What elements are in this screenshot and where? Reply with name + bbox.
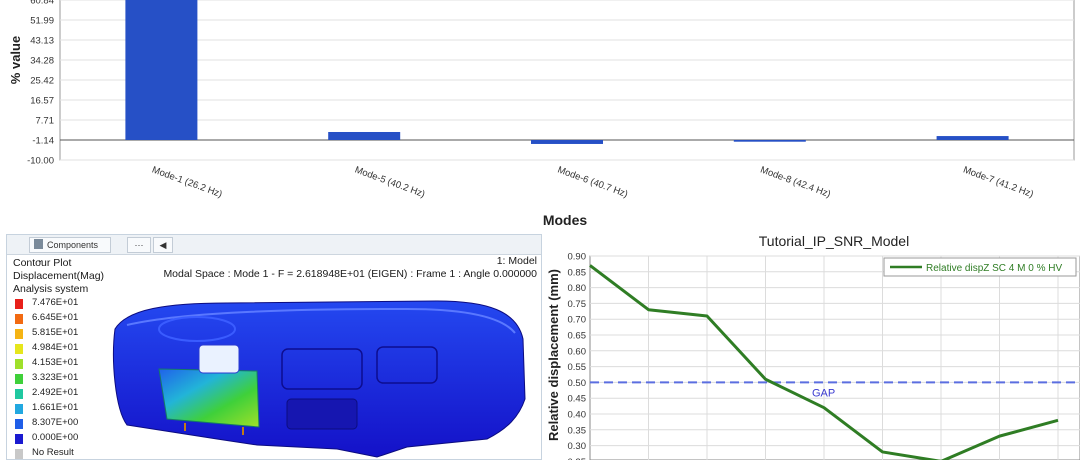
bar (125, 0, 198, 140)
contour-legend-swatch (15, 419, 23, 429)
components-label: Components (47, 240, 99, 250)
bar-x-tick-label: Mode-8 (42.4 Hz) (759, 164, 832, 200)
line-y-tick-label: 0.55 (568, 362, 587, 373)
contour-legend-swatch (15, 314, 23, 324)
line-y-tick-label: 0.75 (568, 299, 587, 310)
contour-legend-label: 5.815E+01 (32, 327, 79, 338)
modal-space-subtitle: Modal Space : Mode 1 - F = 2.618948E+01 … (163, 268, 537, 280)
bar-x-tick-label: Mode-5 (40.2 Hz) (353, 164, 426, 200)
bar-chart-y-axis-label: % value (8, 36, 23, 84)
contour-legend-swatch (15, 299, 23, 309)
bar (531, 139, 603, 144)
contour-legend-label: 2.492E+01 (32, 387, 79, 398)
bar-y-tick-label: 43.13 (30, 36, 54, 47)
modal-participation-bar-chart: 60.84 51.99 43.13 34.28 25.42 16.57 7.71 -1.14 -… (8, 0, 1075, 228)
contour-legend-swatch (15, 344, 23, 354)
bar-y-tick-label: -1.14 (32, 135, 54, 146)
gap-label: GAP (812, 387, 835, 399)
line-chart-y-axis-label: Relative displacement (mm) (546, 269, 561, 441)
contour-legend-label: 3.323E+01 (32, 372, 79, 383)
line-y-tick-label: 0.40 (568, 410, 587, 421)
bar-y-tick-label: 60.84 (30, 0, 54, 7)
line-y-tick-label: 0.30 (568, 441, 587, 452)
contour-legend-swatch (15, 359, 23, 369)
deforming-knee-panel (158, 368, 260, 428)
contour-title-line-1: Contour Plot (13, 257, 72, 269)
line-chart-legend: Relative dispZ SC 4 M 0 % HV (883, 257, 1077, 277)
contour-legend-label: 1.661E+01 (32, 402, 79, 413)
more-options-button[interactable]: ··· (127, 237, 151, 253)
contour-legend-swatch (15, 389, 23, 399)
line-y-tick-label: 0.60 (568, 346, 587, 357)
components-dropdown[interactable]: Components ⌄ (29, 237, 111, 264)
bar-x-tick-label: Mode-6 (40.7 Hz) (556, 164, 629, 200)
contour-legend-swatch (15, 374, 23, 384)
bar (733, 139, 806, 142)
line-y-tick-label: 0.90 (568, 252, 587, 263)
components-icon (34, 239, 43, 249)
contour-legend-label: 0.000E+00 (32, 432, 79, 443)
legend-series-label: Relative dispZ SC 4 M 0 % HV (926, 263, 1062, 274)
bar-x-tick-label: Mode-7 (41.2 Hz) (962, 164, 1035, 200)
bar-y-tick-label: 7.71 (36, 116, 55, 127)
line-y-tick-label: 0.70 (568, 315, 587, 326)
line-y-tick-label: 0.50 (568, 378, 587, 389)
steering-column-cutout (198, 344, 240, 374)
center-stack (286, 398, 358, 430)
contour-legend-label: 4.984E+01 (32, 342, 79, 353)
line-y-tick-label: 0.45 (568, 394, 587, 405)
line-chart-title: Tutorial_IP_SNR_Model (759, 233, 909, 249)
relative-displacement-line-chart: Tutorial_IP_SNR_Model 0.90 0.85 0.80 0.75 0.… (546, 233, 1080, 460)
no-result-label: No Result (32, 447, 74, 458)
bar-y-tick-label: 34.28 (30, 55, 54, 66)
no-result-swatch (15, 449, 23, 459)
contour-legend-swatch (15, 329, 23, 339)
line-y-tick-label: 0.80 (568, 283, 587, 294)
bar (328, 131, 401, 140)
bar-y-tick-label: 51.99 (30, 15, 54, 26)
contour-title-line-3: Analysis system (13, 283, 89, 295)
contour-legend-label: 8.307E+00 (32, 417, 79, 428)
line-y-tick-label: 0.35 (568, 425, 587, 436)
contour-legend-label: 4.153E+01 (32, 357, 79, 368)
contour-plot-panel: Components ⌄ ··· ◀ Contour Plot Displace… (6, 234, 542, 460)
contour-title-line-2: Displacement(Mag) (13, 270, 105, 282)
bar-y-tick-label: 16.57 (30, 95, 54, 106)
bar-x-tick-label: Mode-1 (26.2 Hz) (150, 164, 223, 200)
contour-legend-label: 6.645E+01 (32, 312, 79, 323)
dashboard-model-view[interactable] (107, 299, 537, 459)
collapse-panel-icon[interactable]: ◀ (153, 237, 173, 253)
line-y-tick-label: 0.65 (568, 331, 587, 342)
panel-toolbar: Components ⌄ ··· ◀ (7, 235, 541, 264)
contour-legend-swatch (15, 404, 23, 414)
line-y-tick-label: 0.85 (568, 267, 587, 278)
contour-legend-label: 7.476E+01 (32, 297, 79, 308)
contour-legend-swatch (15, 434, 23, 444)
bar-y-tick-label: -10.00 (27, 156, 54, 167)
bar (936, 136, 1009, 140)
bar-chart-x-axis-label: Modes (543, 212, 588, 228)
bar-y-tick-label: 25.42 (30, 76, 54, 87)
model-label: 1: Model (496, 255, 537, 267)
